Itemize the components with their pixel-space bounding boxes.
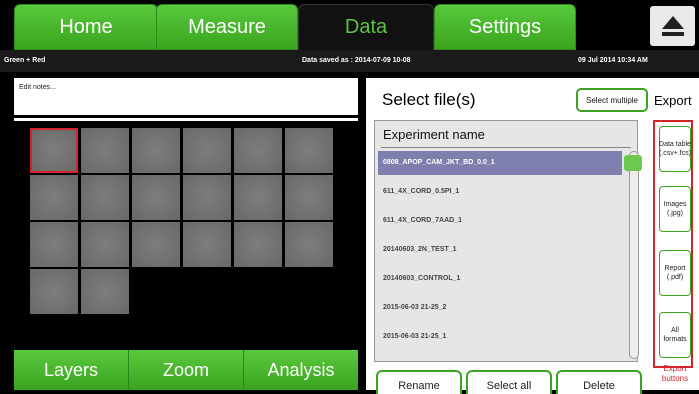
save-info: Data saved as : 2014-07-09 10-08 [302,57,411,64]
file-row[interactable]: 2015-06-03 21-25_1 [378,325,622,349]
export-report-button[interactable]: Report (.pdf) [659,250,691,296]
status-bar: Green + Red Data saved as : 2014-07-09 1… [0,50,699,72]
image-thumbnail[interactable] [183,175,231,220]
tab-measure[interactable]: Measure [156,4,298,50]
image-thumbnail[interactable] [183,222,231,267]
image-thumbnail[interactable] [30,222,78,267]
image-thumbnail[interactable] [30,175,78,220]
image-thumbnail[interactable] [81,128,129,173]
export-images-button[interactable]: Images (.jpg) [659,186,691,232]
file-row[interactable]: 611_4X_CORD_7AAD_1 [378,209,622,233]
select-multiple-button[interactable]: Select multiple [576,88,648,112]
layers-button[interactable]: Layers [14,350,129,390]
eject-button[interactable] [650,6,695,46]
export-label: Export [654,93,692,108]
image-thumbnail[interactable] [285,175,333,220]
export-button-group: Data table (.csv+.fcs) Images (.jpg) Rep… [653,120,693,368]
image-thumbnail[interactable] [132,128,180,173]
file-list: Experiment name 0808_APOP_CAM_JKT_BD_0.0… [374,120,642,362]
datetime: 09 Jul 2014 10:34 AM [578,57,648,64]
export-annotation: Export buttons [661,364,689,383]
file-row[interactable]: 20140603_CONTROL_1 [378,267,622,291]
file-panel: Select file(s) Select multiple Export Ex… [366,78,699,394]
view-buttons: Layers Zoom Analysis [14,350,358,390]
image-thumbnail[interactable] [81,269,129,314]
file-row[interactable]: 0808_APOP_CAM_JKT_BD_0.0_1 [378,151,622,175]
panel-title: Select file(s) [382,90,476,109]
file-row[interactable]: 2015-06-03 21-25_2 [378,296,622,320]
image-thumbnail[interactable] [285,128,333,173]
zoom-button[interactable]: Zoom [129,350,244,390]
tab-data[interactable]: Data [298,4,434,50]
analysis-button[interactable]: Analysis [244,350,358,390]
export-data-table-button[interactable]: Data table (.csv+.fcs) [659,126,691,172]
tab-settings[interactable]: Settings [434,4,576,50]
tab-home[interactable]: Home [14,4,158,50]
image-thumbnail[interactable] [132,222,180,267]
image-thumbnail[interactable] [81,175,129,220]
image-thumbnail[interactable] [234,128,282,173]
top-tab-bar: Home Measure Data Settings [0,0,699,50]
scrollbar-thumb[interactable] [624,155,642,171]
file-row[interactable]: 20140603_2N_TEST_1 [378,238,622,262]
file-row[interactable]: 611_4X_CORD_0.5PI_1 [378,180,622,204]
eject-icon [661,16,684,36]
thumbnail-grid [14,121,358,350]
image-thumbnail[interactable] [183,128,231,173]
image-thumbnail[interactable] [30,128,78,173]
rename-button[interactable]: Rename [376,370,462,394]
column-header: Experiment name [383,127,485,142]
image-thumbnail[interactable] [234,175,282,220]
scrollbar[interactable] [629,151,639,359]
image-thumbnail[interactable] [285,222,333,267]
image-thumbnail[interactable] [234,222,282,267]
header-divider [381,147,631,148]
export-all-button[interactable]: All formats [659,312,691,358]
delete-button[interactable]: Delete [556,370,642,394]
left-panel: Edit notes... Layers Zoom Analysis [14,78,358,390]
notes-field[interactable]: Edit notes... [14,78,358,118]
image-thumbnail[interactable] [81,222,129,267]
image-thumbnail[interactable] [30,269,78,314]
channel-label: Green + Red [4,57,46,64]
select-all-button[interactable]: Select all [466,370,552,394]
image-thumbnail[interactable] [132,175,180,220]
